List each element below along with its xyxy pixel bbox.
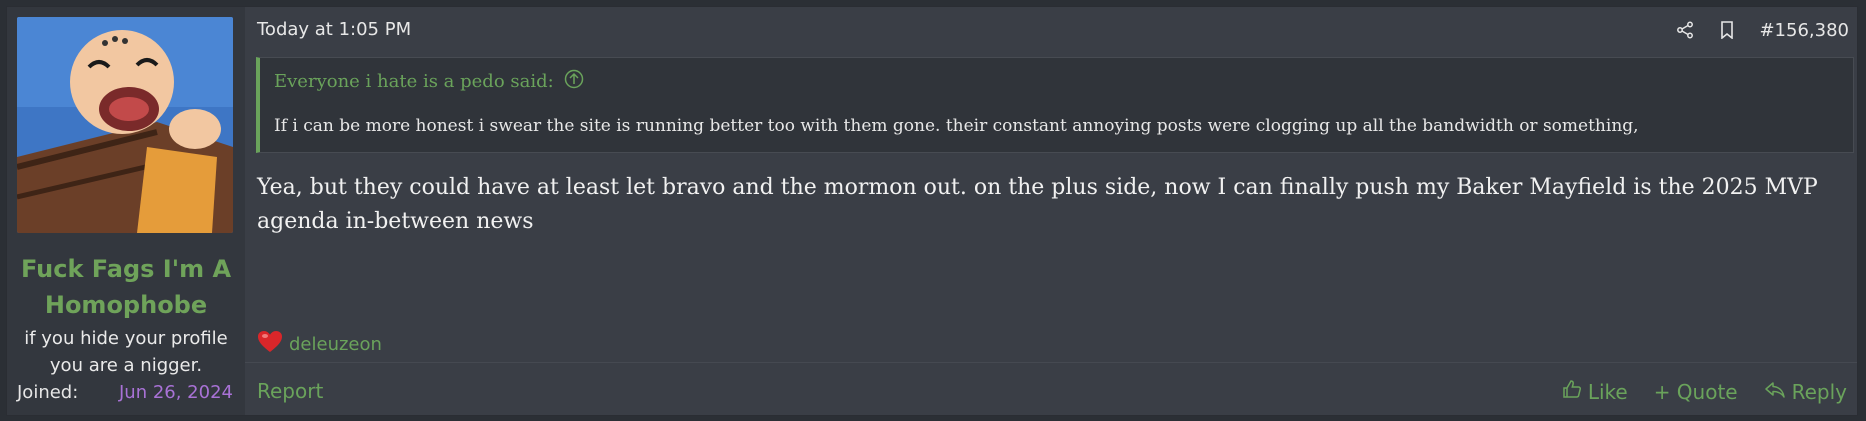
heart-icon [257,330,283,359]
bookmark-icon[interactable] [1717,19,1737,41]
post-message: Yea, but they could have at least let br… [257,175,1818,234]
avatar[interactable] [17,17,233,233]
quote-attribution-text: Everyone i hate is a pedo said: [274,71,554,92]
reply-button[interactable]: Reply [1764,379,1847,404]
user-title: if you hide your profile you are a nigge… [24,328,228,376]
share-icon[interactable] [1675,19,1695,41]
post-number[interactable]: #156,380 [1759,20,1849,41]
forum-post: Fuck Fags I'm A Homophobe if you hide yo… [6,6,1858,416]
like-label: Like [1587,379,1628,404]
reply-icon [1764,380,1786,404]
joined-label: Joined: [17,382,79,403]
quote-text: If i can be more honest i swear the site… [274,116,1639,136]
reaction-user-link[interactable]: deleuzeon [289,334,382,355]
joined-date: Jun 26, 2024 [118,382,233,403]
report-link[interactable]: Report [257,379,323,403]
quote-label: + Quote [1653,379,1738,404]
post-header-actions: #156,380 [1675,19,1849,41]
quote-attribution[interactable]: Everyone i hate is a pedo said: [274,69,584,94]
quote-button[interactable]: + Quote [1654,379,1738,404]
thumbs-up-icon [1562,379,1582,404]
reply-label: Reply [1791,379,1847,404]
post-main: Today at 1:05 PM #156,380 Everyone i hat… [245,7,1857,415]
like-button[interactable]: Like [1562,379,1628,404]
arrow-up-circle-icon[interactable] [564,69,584,94]
footer-actions: Like + Quote Reply [1562,379,1847,404]
post-footer: Report Like + Quote Reply [245,362,1857,416]
user-pane: Fuck Fags I'm A Homophobe if you hide yo… [7,7,245,415]
quote-block: Everyone i hate is a pedo said: If i can… [256,57,1854,153]
post-timestamp[interactable]: Today at 1:05 PM [257,19,411,40]
reactions-bar: deleuzeon [257,330,382,359]
avatar-image [17,17,233,233]
username[interactable]: Fuck Fags I'm A Homophobe [7,251,245,323]
